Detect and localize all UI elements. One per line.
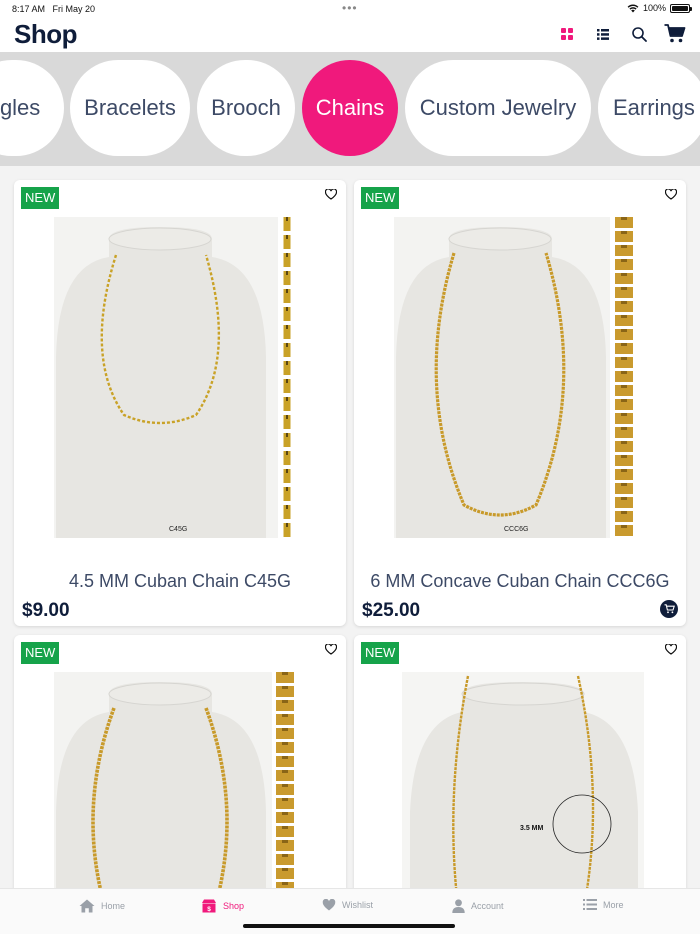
product-title[interactable]: 6 MM Concave Cuban Chain CCC6G xyxy=(354,571,686,592)
svg-text:$: $ xyxy=(207,906,211,913)
page-title: Shop xyxy=(14,19,78,49)
product-code: CCC6G xyxy=(504,526,529,533)
product-card[interactable]: NEW CCC6G 6 MM Concave Cuban Chain CCC6G… xyxy=(354,180,686,626)
wishlist-heart-icon[interactable] xyxy=(325,189,337,200)
list-icon xyxy=(583,899,597,910)
status-time-date: 8:17 AM Fri May 20 xyxy=(12,4,96,14)
tab-label: Shop xyxy=(223,901,245,911)
product-title[interactable]: 4.5 MM Cuban Chain C45G xyxy=(14,571,346,592)
header: Shop xyxy=(0,18,700,52)
search-icon[interactable] xyxy=(628,22,650,46)
home-icon xyxy=(79,899,95,913)
category-bangles[interactable]: ngles xyxy=(0,60,64,156)
tab-label: Account xyxy=(471,901,504,911)
product-price: $25.00 xyxy=(362,600,421,621)
heart-icon xyxy=(322,899,336,911)
category-strip[interactable]: ngles Bracelets Brooch Chains Custom Jew… xyxy=(0,52,700,166)
product-image[interactable]: C45G xyxy=(54,217,296,538)
tab-home[interactable]: Home xyxy=(79,899,125,913)
category-label: Bracelets xyxy=(84,95,176,120)
product-card[interactable]: NEW C45G 4.5 MM Cuban Chain C45G $9.00 xyxy=(14,180,346,626)
new-badge: NEW xyxy=(21,187,60,209)
multitasking-dots-icon[interactable]: ••• xyxy=(342,1,358,15)
category-label: Earrings xyxy=(613,95,695,120)
tab-wishlist[interactable]: Wishlist xyxy=(322,899,373,911)
list-view-icon[interactable] xyxy=(592,22,614,46)
new-badge: NEW xyxy=(361,187,400,209)
wishlist-heart-icon[interactable] xyxy=(325,644,337,655)
new-badge: NEW xyxy=(361,642,400,664)
home-indicator[interactable] xyxy=(243,924,455,928)
product-card[interactable]: NEW xyxy=(14,635,346,888)
category-bracelets[interactable]: Bracelets xyxy=(70,60,190,156)
tab-label: Wishlist xyxy=(342,900,373,910)
tab-account[interactable]: Account xyxy=(452,899,504,913)
product-price: $9.00 xyxy=(22,600,70,621)
category-custom-jewelry[interactable]: Custom Jewelry xyxy=(405,60,591,156)
product-image[interactable]: CCC6G xyxy=(394,217,636,538)
cart-icon[interactable] xyxy=(664,22,686,46)
header-actions xyxy=(556,22,686,46)
wifi-icon xyxy=(627,4,639,12)
product-image[interactable] xyxy=(54,672,296,888)
product-card[interactable]: NEW 3.5 MM xyxy=(354,635,686,888)
category-label: Brooch xyxy=(211,95,281,120)
grid-view-icon[interactable] xyxy=(556,22,578,46)
tab-shop[interactable]: $ Shop xyxy=(201,899,244,913)
status-bar: 8:17 AM Fri May 20 ••• 100% xyxy=(0,0,700,18)
product-image[interactable]: 3.5 MM xyxy=(402,672,644,888)
tab-label: More xyxy=(603,899,624,910)
tab-label: Home xyxy=(101,901,126,911)
size-annotation: 3.5 MM xyxy=(520,825,544,832)
wishlist-heart-icon[interactable] xyxy=(665,644,677,655)
product-grid: NEW C45G 4.5 MM Cuban Chain C45G $9.00 N… xyxy=(0,166,700,888)
category-label: ngles xyxy=(0,95,41,120)
shop-icon: $ xyxy=(202,899,216,913)
battery-percent: 100% xyxy=(642,3,666,13)
status-right: 100% xyxy=(627,3,692,13)
category-label: Chains xyxy=(315,95,385,120)
product-code: C45G xyxy=(169,526,187,533)
tab-more[interactable]: More xyxy=(583,899,624,910)
add-to-cart-button[interactable] xyxy=(660,600,678,618)
user-icon xyxy=(452,899,465,913)
wishlist-heart-icon[interactable] xyxy=(665,189,677,200)
category-label: Custom Jewelry xyxy=(419,95,577,120)
category-chains[interactable]: Chains xyxy=(302,60,398,156)
new-badge: NEW xyxy=(21,642,60,664)
battery-icon xyxy=(670,3,692,13)
category-earrings[interactable]: Earrings xyxy=(598,60,700,156)
cart-icon xyxy=(664,604,675,614)
category-brooch[interactable]: Brooch xyxy=(197,60,295,156)
